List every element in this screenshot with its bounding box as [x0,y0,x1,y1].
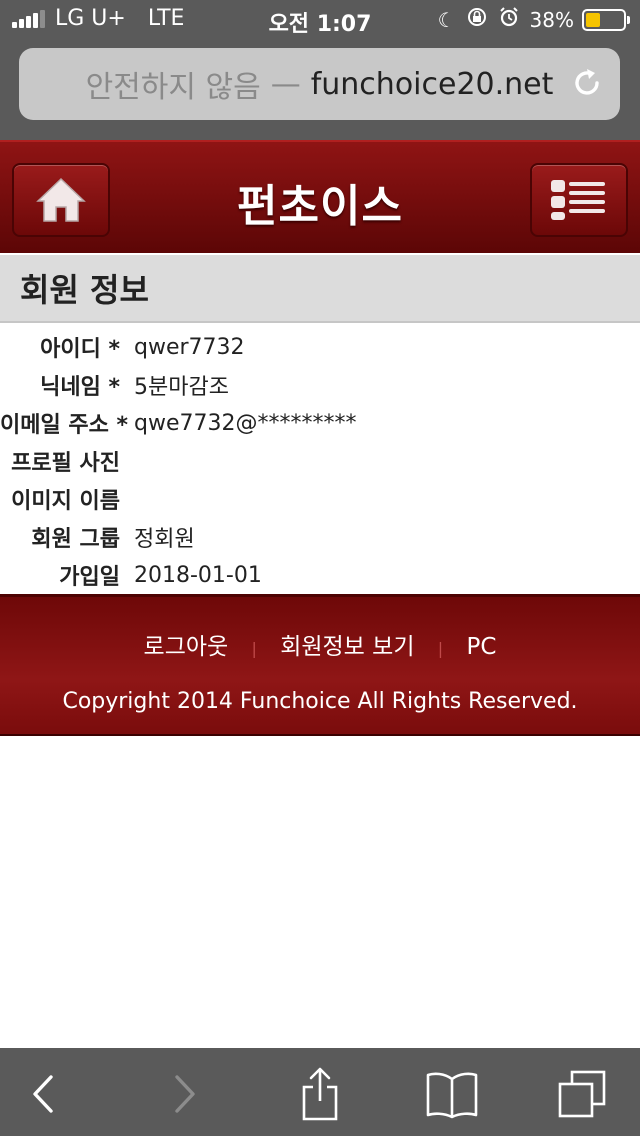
battery-icon [582,8,630,31]
footer-separator: | [251,639,257,658]
info-value: 5분마감조 [134,375,229,400]
site-footer: 로그아웃 | 회원정보 보기 | PC Copyright 2014 Funch… [0,594,640,736]
back-button[interactable] [14,1068,74,1120]
battery-percent: 38% [529,7,574,32]
info-value: 2018-01-01 [134,562,262,588]
info-row-member-group: 회원 그룹 정회원 [0,518,640,556]
address-bar[interactable]: 안전하지 않음 — funchoice20.net [19,48,620,120]
info-row-join-date: 가입일 2018-01-01 [0,556,640,594]
info-row-id: 아이디 * qwer7732 [0,328,640,366]
info-value: 정회원 [134,527,195,552]
info-row-profile-photo: 프로필 사진 [0,442,640,480]
browser-top-bar: LG U+ LTE 오전 1:07 ☾ 38% 안전하지 않음 — funcho… [0,0,640,140]
menu-button[interactable] [530,163,628,237]
alarm-icon [498,6,520,33]
info-label: 아이디 * [40,337,120,362]
info-row-email: 이메일 주소 * qwe7732@********* [0,404,640,442]
rotation-lock-icon [466,6,488,33]
info-label: 가입일 [59,565,120,590]
view-member-info-link[interactable]: 회원정보 보기 [280,634,414,660]
member-info-table: 아이디 * qwer7732 닉네임 * 5분마감조 이메일 주소 * qwe7… [0,328,640,594]
share-icon [302,1067,338,1121]
tabs-button[interactable] [552,1068,612,1120]
bookmarks-icon [426,1072,478,1119]
forward-button[interactable] [154,1068,214,1120]
menu-list-icon [551,180,605,220]
info-label: 이미지 이름 [11,489,120,514]
info-label: 이메일 주소 * [0,413,129,438]
site-header: 펀초이스 [0,140,640,253]
info-row-nickname: 닉네임 * 5분마감조 [0,366,640,404]
info-value: qwer7732 [134,334,245,360]
tabs-icon [558,1070,606,1118]
moon-icon: ☾ [437,7,456,32]
section-title: 회원 정보 [0,255,640,323]
footer-separator: | [437,639,444,658]
share-button[interactable] [290,1067,350,1121]
info-label: 프로필 사진 [11,451,120,476]
info-row-image-name: 이미지 이름 [0,480,640,518]
forward-icon [175,1075,195,1113]
reload-icon[interactable] [570,66,604,100]
info-label: 닉네임 * [40,375,120,400]
security-warning: 안전하지 않음 [85,70,261,105]
url-separator: — [270,66,301,102]
copyright-text: Copyright 2014 Funchoice All Rights Rese… [62,689,578,714]
info-value: qwe7732@********* [134,410,357,436]
url-domain: funchoice20.net [310,66,554,102]
browser-toolbar [0,1048,640,1136]
status-bar: LG U+ LTE 오전 1:07 ☾ 38% [0,0,640,40]
footer-links: 로그아웃 | 회원정보 보기 | PC [0,627,640,661]
info-label: 회원 그룹 [31,527,120,552]
back-icon [33,1075,53,1113]
pc-version-link[interactable]: PC [467,634,497,660]
logout-link[interactable]: 로그아웃 [144,634,229,660]
page: LG U+ LTE 오전 1:07 ☾ 38% 안전하지 않음 — funcho… [0,0,640,1136]
bookmarks-button[interactable] [422,1068,482,1120]
